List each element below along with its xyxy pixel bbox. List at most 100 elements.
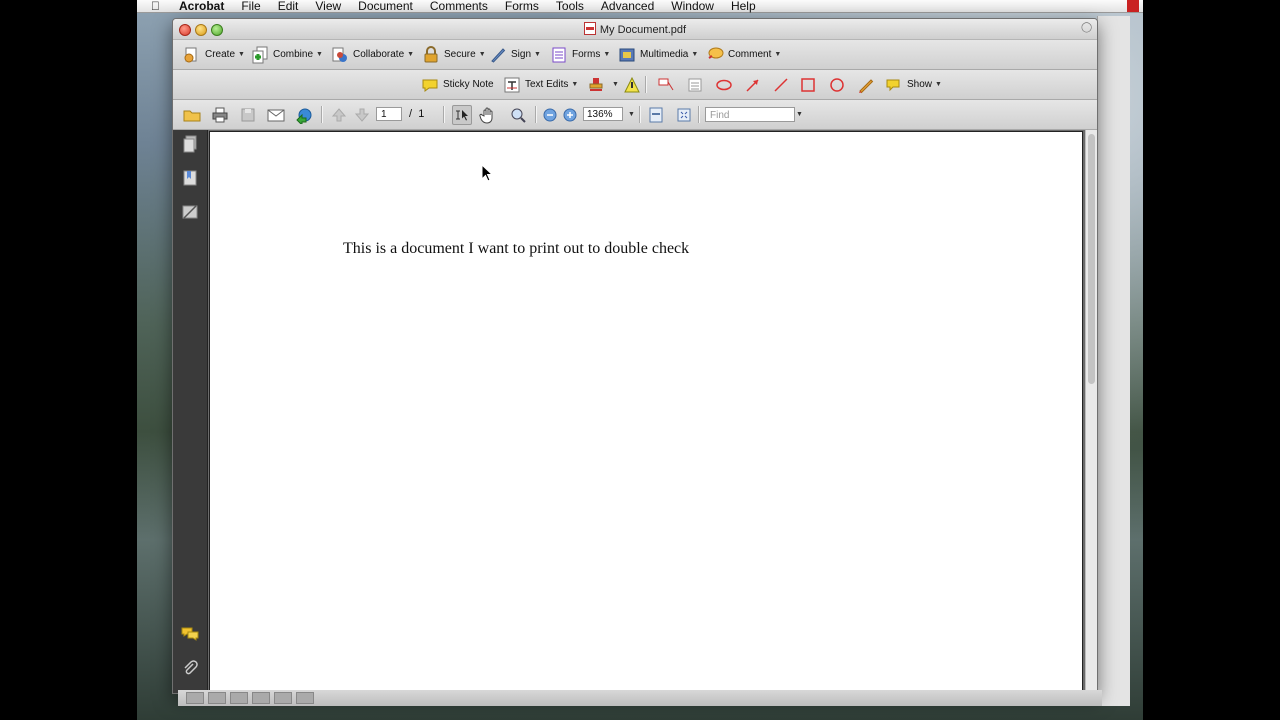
create-button[interactable]: Create ▼: [183, 40, 245, 69]
find-input[interactable]: Find: [705, 107, 795, 122]
view-facing-icon[interactable]: [230, 692, 248, 704]
signature-icon: [181, 203, 199, 226]
next-page-button[interactable]: [353, 100, 375, 129]
multimedia-button[interactable]: Multimedia ▼: [618, 40, 698, 69]
menu-tools[interactable]: Tools: [556, 0, 584, 12]
menu-bar:  Acrobat File Edit View Document Commen…: [137, 0, 1143, 13]
text-edits-button[interactable]: Text Edits ▼: [503, 70, 578, 99]
zoom-dropdown[interactable]: ▼: [625, 100, 635, 129]
text-box-tool-button[interactable]: [686, 70, 708, 99]
menu-document[interactable]: Document: [358, 0, 413, 12]
menu-advanced[interactable]: Advanced: [601, 0, 654, 12]
menu-edit[interactable]: Edit: [278, 0, 299, 12]
menu-app-name[interactable]: Acrobat: [179, 0, 224, 12]
stamp-button[interactable]: ▼: [587, 70, 619, 99]
collaborate-live-button[interactable]: [295, 100, 317, 129]
forms-button[interactable]: Forms ▼: [550, 40, 610, 69]
zoom-out-button[interactable]: [541, 100, 563, 129]
printer-icon: [211, 106, 229, 124]
pencil-tool-button[interactable]: [857, 70, 879, 99]
menu-window[interactable]: Window: [671, 0, 714, 12]
marquee-zoom-button[interactable]: [509, 100, 531, 129]
fit-page-button[interactable]: [647, 100, 669, 129]
rectangle-tool-button[interactable]: [799, 70, 821, 99]
find-dropdown[interactable]: ▼: [793, 100, 803, 129]
open-button[interactable]: [183, 100, 205, 129]
document-area[interactable]: This is a document I want to print out t…: [208, 130, 1085, 693]
multimedia-icon: [618, 46, 636, 64]
create-icon: [183, 46, 201, 64]
select-cursor-icon: [452, 104, 472, 125]
show-label: Show: [907, 79, 933, 90]
toolbar-toggle-icon[interactable]: ◯: [1081, 23, 1092, 33]
show-comments-icon: [885, 76, 903, 94]
text-edits-label: Text Edits: [525, 79, 569, 90]
callout-icon: [657, 76, 675, 94]
arrow-tool-button[interactable]: [744, 70, 766, 99]
paperclip-icon: [181, 659, 199, 682]
zoom-in-icon: [561, 106, 579, 124]
save-disk-icon: [239, 106, 257, 124]
stamp-icon: [587, 76, 605, 94]
comments-panel-button[interactable]: [180, 626, 200, 646]
apple-menu-icon[interactable]: : [151, 0, 165, 12]
oval-tool-button[interactable]: [828, 70, 850, 99]
sign-label: Sign: [511, 49, 532, 60]
vertical-scrollbar[interactable]: [1085, 130, 1097, 693]
secure-button[interactable]: Secure ▼: [422, 40, 486, 69]
view-other-icon[interactable]: [296, 692, 314, 704]
sticky-note-button[interactable]: Sticky Note: [421, 70, 494, 99]
combine-button[interactable]: Combine ▼: [251, 40, 323, 69]
arrow-up-icon: [330, 106, 348, 124]
zoom-level-input[interactable]: 136%: [583, 107, 623, 121]
email-button[interactable]: [267, 100, 289, 129]
pen-icon: [489, 46, 507, 64]
arrow-icon: [744, 76, 762, 94]
fit-page-icon: [647, 106, 665, 124]
menu-view[interactable]: View: [315, 0, 341, 12]
highlight-text-icon: [623, 76, 641, 94]
select-tool-button[interactable]: [452, 100, 476, 129]
pages-panel-button[interactable]: [180, 135, 200, 158]
globe-icon: [295, 106, 313, 124]
view-single-page-icon[interactable]: [186, 692, 204, 704]
print-button[interactable]: [211, 100, 233, 129]
zoom-in-button[interactable]: [561, 100, 583, 129]
menu-forms[interactable]: Forms: [505, 0, 539, 12]
view-grid-icon[interactable]: [274, 692, 292, 704]
menu-file[interactable]: File: [241, 0, 260, 12]
sticky-note-icon: [421, 76, 439, 94]
sign-button[interactable]: Sign ▼: [489, 40, 541, 69]
scrollbar-thumb[interactable]: [1088, 134, 1095, 384]
callout-tool-button[interactable]: [657, 70, 679, 99]
menu-help[interactable]: Help: [731, 0, 756, 12]
signatures-panel-button[interactable]: [180, 204, 200, 224]
line-icon: [772, 76, 790, 94]
sticky-note-label: Sticky Note: [443, 79, 494, 90]
cloud-tool-button[interactable]: [715, 70, 737, 99]
collaborate-button[interactable]: Collaborate ▼: [331, 40, 414, 69]
attachments-panel-button[interactable]: [180, 659, 200, 682]
folder-icon: [183, 106, 201, 124]
show-comments-button[interactable]: Show ▼: [885, 70, 942, 99]
total-pages: 1: [418, 108, 425, 120]
email-icon: [267, 106, 285, 124]
full-screen-button[interactable]: [675, 100, 697, 129]
status-menu-icon[interactable]: [1127, 0, 1139, 12]
page-number-input[interactable]: 1: [376, 107, 402, 121]
title-bar[interactable]: My Document.pdf ◯: [173, 19, 1097, 40]
line-tool-button[interactable]: [772, 70, 794, 99]
comment-button[interactable]: Comment ▼: [706, 40, 781, 69]
pdf-page[interactable]: This is a document I want to print out t…: [209, 131, 1083, 693]
bookmarks-panel-button[interactable]: [180, 170, 200, 190]
combine-icon: [251, 46, 269, 64]
previous-page-button[interactable]: [330, 100, 352, 129]
menu-comments[interactable]: Comments: [430, 0, 488, 12]
save-button[interactable]: [239, 100, 261, 129]
view-continuous-icon[interactable]: [208, 692, 226, 704]
comment-icon: [706, 46, 724, 64]
pages-icon: [182, 135, 198, 158]
hand-tool-button[interactable]: [479, 100, 501, 129]
view-continuous-facing-icon[interactable]: [252, 692, 270, 704]
highlight-text-button[interactable]: [623, 70, 645, 99]
